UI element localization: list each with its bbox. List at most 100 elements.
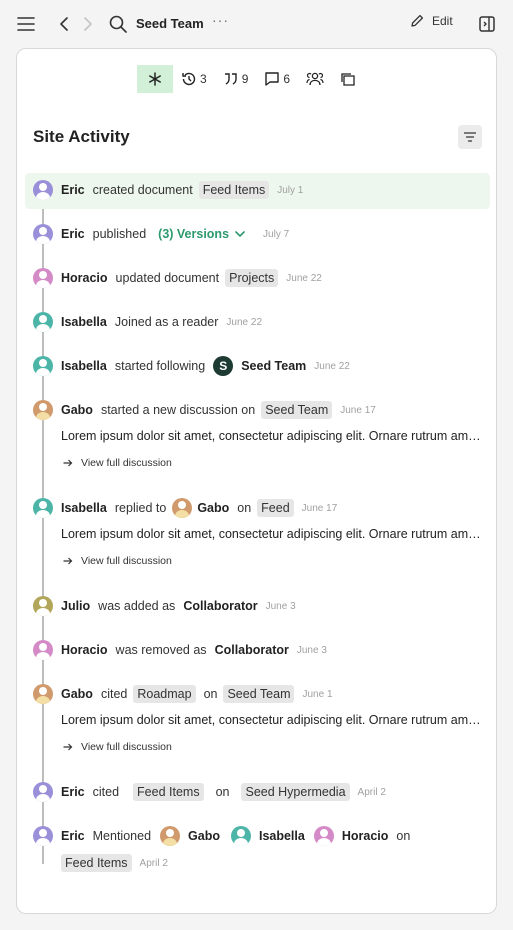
view-discussion-link[interactable]: View full discussion — [63, 741, 172, 753]
site-logo[interactable]: S — [213, 356, 234, 376]
arrow-right-icon — [63, 459, 73, 467]
activity-item: Gabo started a new discussion on Seed Te… — [33, 400, 376, 420]
user-name[interactable]: Gabo — [197, 501, 229, 515]
forward-icon[interactable] — [80, 14, 96, 34]
timeline-line — [42, 199, 44, 864]
link-label: View full discussion — [81, 555, 172, 567]
back-icon[interactable] — [56, 14, 72, 34]
document-tag[interactable]: Roadmap — [133, 685, 196, 703]
versions-toggle[interactable]: (3) Versions — [158, 227, 245, 241]
link-label: View full discussion — [81, 741, 172, 753]
activity-date: July 7 — [263, 228, 290, 240]
search-icon[interactable] — [108, 13, 128, 35]
avatar[interactable] — [33, 782, 53, 802]
page-title[interactable]: Seed Team — [136, 16, 204, 31]
user-name[interactable]: Isabella — [61, 315, 107, 329]
activity-item: Julio was added as Collaborator June 3 — [33, 596, 296, 616]
activity-date: June 17 — [301, 502, 338, 514]
avatar[interactable] — [33, 684, 53, 704]
view-discussion-link[interactable]: View full discussion — [63, 555, 172, 567]
avatar[interactable] — [33, 498, 53, 518]
user-name[interactable]: Isabella — [61, 501, 107, 515]
activity-item: Horacio was removed as Collaborator June… — [33, 640, 327, 660]
activity-date: April 2 — [357, 786, 386, 798]
filter-all-button[interactable] — [137, 65, 173, 93]
avatar[interactable] — [33, 268, 53, 288]
activity-text: updated document — [115, 271, 220, 285]
activity-item: Eric published (3) Versions July 7 — [33, 224, 289, 244]
user-name[interactable]: Isabella — [259, 829, 305, 843]
history-icon — [182, 72, 196, 86]
avatar[interactable] — [33, 400, 53, 420]
avatar[interactable] — [33, 312, 53, 332]
activity-text: started a new discussion on — [100, 403, 256, 417]
menu-icon[interactable] — [16, 14, 36, 34]
user-name[interactable]: Isabella — [61, 359, 107, 373]
arrow-right-icon — [63, 557, 73, 565]
activity-card: 3 9 6 Site Activity Eric created documen… — [16, 48, 497, 914]
avatar[interactable] — [33, 224, 53, 244]
avatar[interactable] — [160, 826, 181, 846]
document-tag[interactable]: Projects — [225, 269, 279, 287]
user-name[interactable]: Gabo — [61, 403, 93, 417]
avatar[interactable] — [33, 640, 53, 660]
filter-people-button[interactable] — [298, 65, 332, 93]
avatar[interactable] — [313, 826, 334, 846]
activity-text: cited — [92, 785, 120, 799]
document-tag[interactable]: Feed Items — [61, 854, 132, 872]
arrow-right-icon — [63, 743, 73, 751]
activity-text: was added as — [98, 599, 176, 613]
user-name[interactable]: Eric — [61, 227, 85, 241]
user-name[interactable]: Gabo — [61, 687, 93, 701]
activity-date: June 17 — [340, 404, 376, 416]
sidebar-toggle-icon[interactable] — [478, 14, 496, 34]
avatar[interactable] — [33, 180, 53, 200]
avatar[interactable] — [33, 826, 53, 846]
filter-versions-button[interactable]: 3 — [173, 65, 215, 93]
activity-date: April 2 — [139, 857, 168, 869]
view-discussion-link[interactable]: View full discussion — [63, 457, 172, 469]
activity-date: June 22 — [286, 272, 322, 284]
activity-text: Joined as a reader — [114, 315, 219, 329]
user-name[interactable]: Eric — [61, 183, 85, 197]
user-name[interactable]: Gabo — [188, 829, 220, 843]
avatar[interactable] — [172, 498, 193, 518]
pencil-icon — [411, 14, 424, 27]
avatar[interactable] — [230, 826, 251, 846]
comments-count: 6 — [283, 72, 291, 86]
section-title: Site Activity — [33, 127, 130, 146]
activity-date: July 1 — [277, 184, 304, 196]
document-tag[interactable]: Seed Team — [261, 401, 333, 419]
user-name[interactable]: Eric — [61, 829, 85, 843]
edit-button[interactable]: Edit — [410, 14, 453, 28]
avatar[interactable] — [33, 356, 53, 376]
activity-item: Eric created document Feed Items July 1 — [33, 180, 303, 200]
avatar[interactable] — [33, 596, 53, 616]
document-tag[interactable]: Feed Items — [133, 783, 204, 801]
user-name[interactable]: Horacio — [61, 643, 108, 657]
document-tag[interactable]: Seed Team — [223, 685, 295, 703]
filter-copies-button[interactable] — [332, 65, 364, 93]
document-tag[interactable]: Seed Hypermedia — [241, 783, 350, 801]
document-tag[interactable]: Feed — [257, 499, 294, 517]
role-name: Collaborator — [214, 643, 289, 657]
link-label: View full discussion — [81, 457, 172, 469]
citations-count: 9 — [241, 72, 249, 86]
activity-item-continued: Feed Items April 2 — [55, 854, 168, 872]
filter-lines-icon — [464, 132, 476, 142]
activity-item: Eric Mentioned Gabo Isabella Horacio on — [33, 826, 410, 846]
user-name[interactable]: Julio — [61, 599, 90, 613]
activity-item: Gabo cited Roadmap on Seed Team June 1 — [33, 684, 333, 704]
filter-citations-button[interactable]: 9 — [215, 65, 257, 93]
user-name[interactable]: Horacio — [342, 829, 389, 843]
user-name[interactable]: Eric — [61, 785, 85, 799]
activity-text: cited — [100, 687, 128, 701]
filter-comments-button[interactable]: 6 — [256, 65, 298, 93]
document-tag[interactable]: Feed Items — [198, 181, 270, 199]
activity-item: Horacio updated document Projects June 2… — [33, 268, 322, 288]
sort-button[interactable] — [458, 125, 482, 149]
activity-text: on — [237, 501, 252, 515]
user-name[interactable]: Horacio — [61, 271, 108, 285]
site-name[interactable]: Seed Team — [241, 359, 306, 373]
more-options-icon[interactable]: ··· — [212, 12, 229, 28]
